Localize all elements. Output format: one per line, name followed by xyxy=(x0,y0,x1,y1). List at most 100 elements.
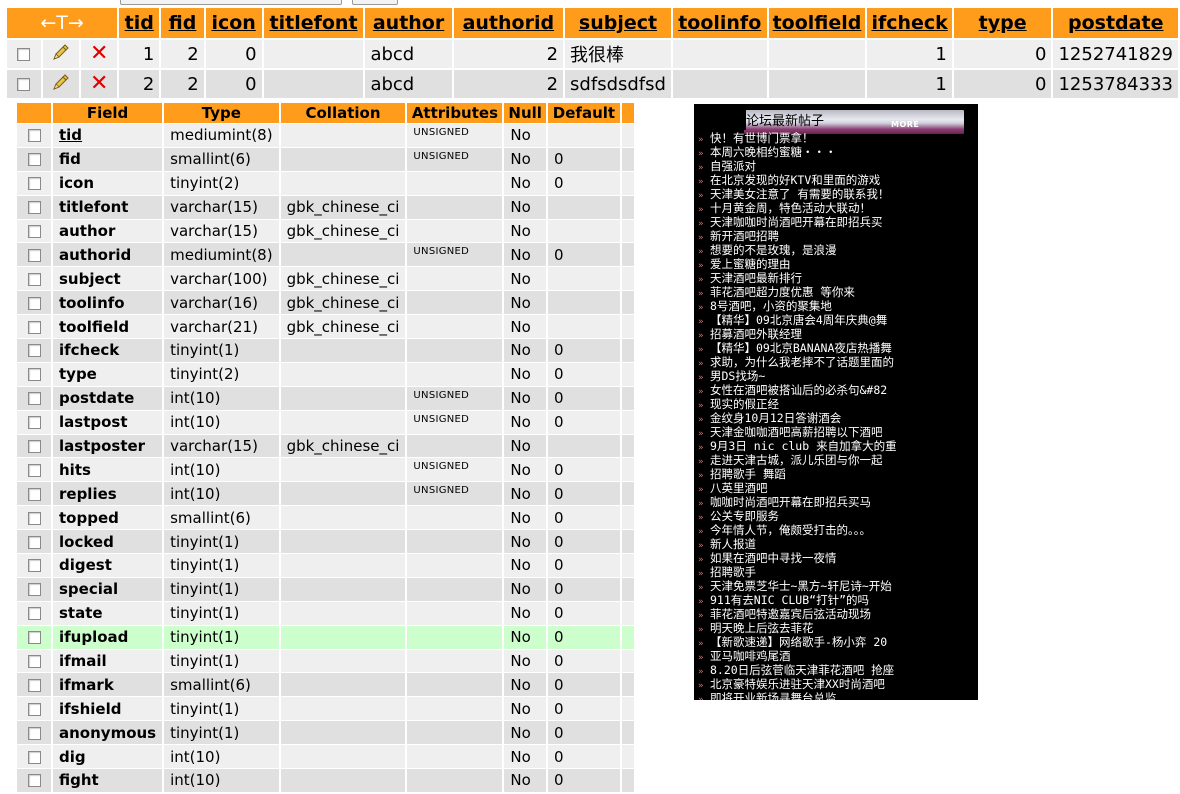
field-checkbox[interactable] xyxy=(27,320,41,334)
field-checkbox[interactable] xyxy=(27,702,41,716)
forum-post-item[interactable]: » 招聘歌手 舞蹈 xyxy=(698,467,976,481)
structure-header-attributes[interactable]: Attributes xyxy=(407,103,503,123)
forum-post-item[interactable]: » 即将开业新场寻舞台总监 xyxy=(698,691,976,700)
field-checkbox[interactable] xyxy=(27,750,41,764)
field-checkbox[interactable] xyxy=(27,559,41,573)
field-checkbox[interactable] xyxy=(27,726,41,740)
column-header-titlefont[interactable]: titlefont xyxy=(263,8,364,38)
forum-post-item[interactable]: » 911有去NIC CLUB“打针”的吗 xyxy=(698,593,976,607)
forum-post-item[interactable]: » 爱上蜜糖的理由 xyxy=(698,257,976,271)
forum-post-item[interactable]: » 北京豪特娱乐进驻天津XX时尚酒吧 xyxy=(698,677,976,691)
forum-post-item[interactable]: » 自强派对 xyxy=(698,159,976,173)
forum-post-item[interactable]: » 菲花酒吧特邀嘉宾后弦活动现场 xyxy=(698,607,976,621)
forum-post-item[interactable]: » 本周六晚相约蜜糖・・・ xyxy=(698,145,976,159)
forum-post-item[interactable]: » 现实的假正经 xyxy=(698,397,976,411)
forum-post-item[interactable]: » 咖咖时尚酒吧开幕在即招兵买马 xyxy=(698,495,976,509)
field-checkbox[interactable] xyxy=(27,225,41,238)
delete-x-icon[interactable]: ✕ xyxy=(90,41,108,66)
forum-post-item[interactable]: » 9月3日 nic club 来自加拿大的重 xyxy=(698,439,976,453)
forum-post-item[interactable]: » 十月黄金周，特色活动大联动！ xyxy=(698,201,976,215)
column-header-subject[interactable]: subject xyxy=(565,8,671,38)
forum-post-item[interactable]: » 8.20日后弦菅临天津菲花酒吧 抢座 xyxy=(698,663,976,677)
forum-post-title[interactable]: 911有去NIC CLUB“打针”的吗 xyxy=(710,593,869,607)
column-header-tid[interactable]: tid xyxy=(119,8,160,38)
forum-post-title[interactable]: 如果在酒吧中寻找一夜情 xyxy=(710,551,837,565)
column-header-type[interactable]: type xyxy=(953,8,1052,38)
forum-post-item[interactable]: » 快！有世博门票拿！ xyxy=(698,131,976,145)
field-checkbox[interactable] xyxy=(27,655,41,669)
forum-post-item[interactable]: » 天津酒吧最新排行 xyxy=(698,271,976,285)
column-header-icon[interactable]: icon xyxy=(205,8,262,38)
field-checkbox[interactable] xyxy=(27,607,41,621)
forum-post-item[interactable]: » 男DS找场~ xyxy=(698,369,976,383)
forum-post-title[interactable]: 现实的假正经 xyxy=(710,397,779,411)
column-header-ifcheck[interactable]: ifcheck xyxy=(867,8,952,38)
field-checkbox[interactable] xyxy=(27,463,41,477)
column-header-toolinfo[interactable]: toolinfo xyxy=(672,8,767,38)
pencil-edit-icon[interactable] xyxy=(51,72,71,97)
forum-post-title[interactable]: 公关专即服务 xyxy=(710,509,779,523)
forum-post-title[interactable]: 快！有世博门票拿！ xyxy=(710,131,814,145)
field-checkbox[interactable] xyxy=(27,201,41,215)
row-checkbox[interactable] xyxy=(17,48,31,61)
forum-post-title[interactable]: 爱上蜜糖的理由 xyxy=(710,257,791,271)
forum-post-item[interactable]: » 新开酒吧招聘 xyxy=(698,229,976,243)
column-header-postdate[interactable]: postdate xyxy=(1053,8,1178,38)
forum-post-title[interactable]: 天津咖咖时尚酒吧开幕在即招兵买 xyxy=(710,215,883,229)
forum-post-item[interactable]: » 想要的不是玫瑰，是浪漫 xyxy=(698,243,976,257)
forum-post-item[interactable]: » 八英里酒吧 xyxy=(698,481,976,495)
forum-post-title[interactable]: 走进天津古城，派儿乐团与你一起 xyxy=(710,453,883,467)
forum-post-title[interactable]: 男DS找场~ xyxy=(710,369,765,383)
forum-post-item[interactable]: » 求助，为什么我老摔不了话题里面的 xyxy=(698,355,976,369)
forum-post-item[interactable]: » 菲花酒吧超力度优惠 等你来 xyxy=(698,285,976,299)
field-checkbox[interactable] xyxy=(27,177,41,191)
forum-post-title[interactable]: 想要的不是玫瑰，是浪漫 xyxy=(710,243,837,257)
forum-post-item[interactable]: » 如果在酒吧中寻找一夜情 xyxy=(698,551,976,565)
forum-post-item[interactable]: » 8号酒吧，小资的聚集地 xyxy=(698,299,976,313)
field-checkbox[interactable] xyxy=(27,535,41,549)
forum-post-title[interactable]: 即将开业新场寻舞台总监 xyxy=(710,691,837,700)
forum-post-item[interactable]: » 天津免票芝华士~黑方~轩尼诗~开始 xyxy=(698,579,976,593)
field-checkbox[interactable] xyxy=(27,129,41,143)
forum-post-item[interactable]: » 在北京发现的好KTV和里面的游戏 xyxy=(698,173,976,187)
forum-post-title[interactable]: 本周六晚相约蜜糖・・・ xyxy=(710,145,837,159)
forum-post-title[interactable]: 今年情人节，俺颇受打击的。。。 xyxy=(710,523,871,537)
forum-post-title[interactable]: 菲花酒吧特邀嘉宾后弦活动现场 xyxy=(710,607,871,621)
forum-post-title[interactable]: 亚马咖啡鸡尾酒 xyxy=(710,649,791,663)
forum-post-title[interactable]: 8号酒吧，小资的聚集地 xyxy=(710,299,832,313)
structure-header-field[interactable]: Field xyxy=(53,103,163,123)
forum-post-title[interactable]: 8.20日后弦菅临天津菲花酒吧 抢座 xyxy=(710,663,894,677)
delete-x-icon[interactable]: ✕ xyxy=(90,71,108,96)
field-checkbox[interactable] xyxy=(27,678,41,692)
field-checkbox[interactable] xyxy=(27,631,41,645)
forum-post-title[interactable]: 女性在酒吧被搭讪后的必杀句&#82 xyxy=(710,383,887,397)
field-checkbox[interactable] xyxy=(27,344,41,358)
forum-post-title[interactable]: 八英里酒吧 xyxy=(710,481,768,495)
forum-post-item[interactable]: » 走进天津古城，派儿乐团与你一起 xyxy=(698,453,976,467)
forum-post-item[interactable]: » 天津金咖咖酒吧高薪招聘以下酒吧 xyxy=(698,425,976,439)
structure-header-collation[interactable]: Collation xyxy=(280,103,406,123)
forum-post-item[interactable]: » 招聘歌手 xyxy=(698,565,976,579)
forum-post-title[interactable]: 金纹身10月12日答谢酒会 xyxy=(710,411,841,425)
forum-post-title[interactable]: 菲花酒吧超力度优惠 等你来 xyxy=(710,285,855,299)
forum-post-item[interactable]: » 【新歌速递】网络歌手-杨小弈 20 xyxy=(698,635,976,649)
field-checkbox[interactable] xyxy=(27,440,41,454)
forum-post-item[interactable]: » 天津咖咖时尚酒吧开幕在即招兵买 xyxy=(698,215,976,229)
forum-post-title[interactable]: 【精华】09北京BANANA夜店热播舞 xyxy=(710,341,892,355)
field-checkbox[interactable] xyxy=(27,774,41,788)
field-checkbox[interactable] xyxy=(27,248,41,262)
forum-more-link[interactable]: MORE xyxy=(891,120,919,129)
forum-post-title[interactable]: 天津免票芝华士~黑方~轩尼诗~开始 xyxy=(710,579,892,593)
column-header-toolfield[interactable]: toolfield xyxy=(768,8,866,38)
forum-post-title[interactable]: 北京豪特娱乐进驻天津XX时尚酒吧 xyxy=(710,677,885,691)
structure-header-type[interactable]: Type xyxy=(164,103,279,123)
row-checkbox[interactable] xyxy=(17,78,31,91)
column-header-authorid[interactable]: authorid xyxy=(453,8,564,38)
forum-post-title[interactable]: 天津酒吧最新排行 xyxy=(710,271,802,285)
forum-post-item[interactable]: » 亚马咖啡鸡尾酒 xyxy=(698,649,976,663)
forum-post-title[interactable]: 求助，为什么我老摔不了话题里面的 xyxy=(710,355,894,369)
forum-post-item[interactable]: » 【精华】09北京BANANA夜店热播舞 xyxy=(698,341,976,355)
field-name[interactable]: tid xyxy=(59,126,82,144)
forum-post-title[interactable]: 新开酒吧招聘 xyxy=(710,229,779,243)
forum-post-title[interactable]: 自强派对 xyxy=(710,159,756,173)
